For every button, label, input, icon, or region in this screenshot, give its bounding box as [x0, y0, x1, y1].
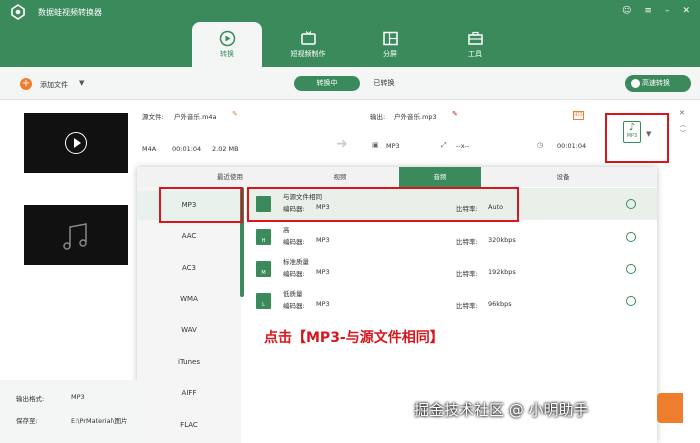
save-path-field[interactable]: E:\PrMaterial\图片 — [71, 415, 128, 425]
encoder-label: 编码器: — [283, 270, 305, 278]
input-format: M4A — [142, 145, 157, 153]
remove-file-icon[interactable]: ✕ — [679, 109, 685, 117]
gear-icon[interactable] — [626, 199, 636, 209]
encoder-value: MP3 — [316, 300, 330, 308]
tv-icon — [300, 31, 316, 45]
chevron-down-icon[interactable]: ▼ — [79, 79, 84, 87]
edit-source-icon[interactable]: ✎ — [232, 110, 238, 118]
input-duration: 00:01:04 — [172, 145, 202, 153]
watermark: 掘金技术社区 @ 小明助手 — [414, 401, 589, 419]
audio-format-icon: ▣ — [372, 141, 379, 149]
source-filename: 户外音乐.m4a — [174, 113, 217, 121]
clock-icon: ◷ — [537, 141, 544, 149]
save-to-label: 保存至: — [16, 417, 38, 425]
source-label: 源文件: — [142, 113, 164, 121]
app-logo-icon — [11, 4, 25, 20]
bitrate-label: 比特率: — [456, 238, 478, 246]
nav-tab-short-video[interactable]: 短视频制作 — [273, 22, 343, 67]
format-item-wma[interactable]: WMA — [137, 285, 241, 314]
split-icon — [382, 31, 398, 46]
option-name: 标准质量 — [283, 258, 309, 266]
nav-tab-split[interactable]: 分屏 — [355, 22, 425, 67]
gear-icon[interactable] — [626, 232, 636, 242]
add-file-icon[interactable]: + — [20, 78, 32, 90]
edit-output-icon[interactable]: ✎ — [452, 110, 458, 118]
format-item-aac[interactable]: AAC — [137, 222, 241, 251]
annotation-text: 点击【MP3-与源文件相同】 — [264, 330, 444, 346]
input-size: 2.02 MB — [212, 145, 239, 153]
format-item-itunes[interactable]: iTunes — [137, 348, 241, 377]
option-row-standard[interactable]: M 标准质量 编码器: MP3 比特率: 192kbps — [246, 253, 657, 285]
encoder-value: MP3 — [316, 268, 330, 276]
popup-tabs: 最近使用 视频 音频 设备 — [137, 167, 657, 187]
format-item-aiff[interactable]: AIFF — [137, 379, 241, 408]
gear-icon[interactable] — [626, 264, 636, 274]
toolbar: + 添加文件 ▼ 转换中 已转换 高速转换 — [0, 67, 700, 100]
quality-low-icon: L — [256, 293, 271, 309]
bottom-bar: 输出格式: MP3 保存至: E:\PrMaterial\图片 — [0, 380, 137, 443]
tab-device[interactable]: 设备 — [522, 167, 604, 187]
nav-tab-tools[interactable]: 工具 — [440, 22, 510, 67]
bitrate-label: 比特率: — [456, 302, 478, 310]
bitrate-value: 192kbps — [488, 268, 516, 276]
output-label: 输出: — [370, 113, 386, 121]
close-window-icon[interactable]: ✕ — [682, 6, 690, 16]
app-title: 数据蛙视频转换器 — [38, 8, 102, 17]
play-icon[interactable] — [65, 132, 87, 154]
tab-converting[interactable]: 转换中 — [294, 76, 360, 91]
menu-icon[interactable]: ≡ — [644, 6, 652, 16]
tab-audio[interactable]: 音频 — [399, 167, 481, 187]
tab-converted[interactable]: 已转换 — [364, 76, 404, 91]
mp3-highlight-box — [159, 187, 243, 223]
move-down-icon[interactable]: ﹀ — [680, 128, 686, 137]
format-item-flac[interactable]: FLAC — [137, 411, 241, 440]
output-format: MP3 — [386, 142, 400, 150]
output-format-select[interactable]: MP3 — [71, 393, 85, 401]
encoder-label: 编码器: — [283, 238, 305, 246]
output-resolution: --x-- — [456, 142, 470, 150]
output-duration: 00:01:04 — [557, 142, 587, 150]
convert-all-button[interactable] — [657, 393, 683, 423]
bitrate-value: 96kbps — [488, 300, 512, 308]
output-format-label: 输出格式: — [16, 395, 45, 403]
id3-tag-icon[interactable]: ID3 — [573, 111, 584, 120]
lightning-icon — [631, 79, 640, 88]
format-item-ac3[interactable]: AC3 — [137, 254, 241, 283]
format-highlight-box — [605, 113, 669, 163]
feedback-icon[interactable]: ☺ — [622, 6, 631, 16]
encoder-value: MP3 — [316, 236, 330, 244]
convert-icon — [219, 30, 235, 47]
resolution-icon: ⤢ — [441, 141, 447, 149]
arrow-right-icon: ➜ — [336, 136, 348, 152]
video-thumbnail[interactable] — [24, 113, 128, 173]
tab-video[interactable]: 视频 — [299, 167, 381, 187]
option-row-low[interactable]: L 低质量 编码器: MP3 比特率: 96kbps — [246, 285, 657, 317]
encoder-label: 编码器: — [283, 302, 305, 310]
format-item-wav[interactable]: WAV — [137, 316, 241, 345]
output-filename: 户外音乐.mp3 — [394, 113, 437, 121]
add-file-button[interactable]: 添加文件 — [40, 80, 68, 90]
audio-thumbnail[interactable] — [24, 205, 128, 265]
nav-tab-convert[interactable]: 转换 — [192, 22, 262, 67]
option-name: 高 — [283, 226, 290, 234]
tab-recent[interactable]: 最近使用 — [189, 167, 271, 187]
window-controls: ☺ ≡ – ✕ — [622, 6, 690, 16]
option-row-high[interactable]: H 高 编码器: MP3 比特率: 320kbps — [246, 221, 657, 253]
quality-medium-icon: M — [256, 261, 271, 277]
minimize-icon[interactable]: – — [665, 6, 670, 16]
quality-high-icon: H — [256, 229, 271, 245]
toolbox-icon — [467, 31, 483, 45]
option-highlight-box — [247, 187, 519, 222]
bitrate-label: 比特率: — [456, 270, 478, 278]
app-header: 数据蛙视频转换器 ☺ ≡ – ✕ 转换 短视频制作 分屏 工具 — [0, 0, 700, 67]
format-list: MP3 AAC AC3 WMA WAV iTunes AIFF FLAC — [137, 187, 241, 443]
music-note-icon — [63, 223, 87, 250]
option-name: 低质量 — [283, 290, 303, 298]
high-speed-button[interactable]: 高速转换 — [625, 75, 691, 92]
gear-icon[interactable] — [626, 296, 636, 306]
bitrate-value: 320kbps — [488, 236, 516, 244]
